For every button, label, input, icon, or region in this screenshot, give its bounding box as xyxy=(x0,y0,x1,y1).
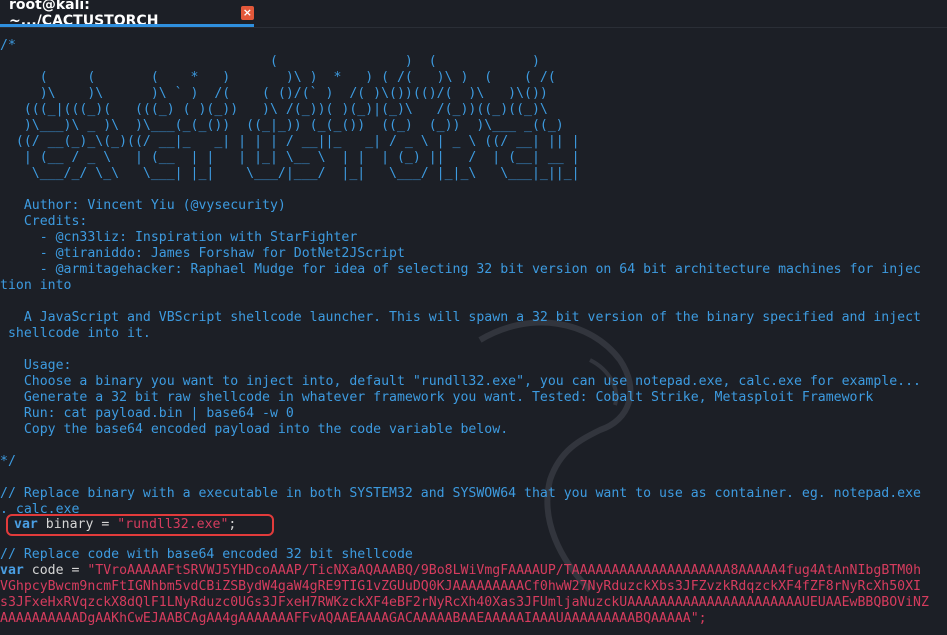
usage-line: Copy the base64 encoded payload into the… xyxy=(0,422,509,437)
usage-heading: Usage: xyxy=(0,358,72,373)
credit-line: tion into xyxy=(0,278,72,293)
ascii-art-line: ((/ __(_)_\(_)((/ __|_ _| | | | / __||_ … xyxy=(0,134,580,149)
usage-line: Choose a binary you want to inject into,… xyxy=(0,374,921,389)
credits-heading: Credits: xyxy=(0,214,88,229)
active-tab-indicator xyxy=(0,24,254,27)
ascii-art-line: )\ )\ )\ ` ) /( ( ()/(` ) /( )\())(()/( … xyxy=(0,86,548,101)
ascii-art-line: ( ( ( * ) )\ ) * ) ( /( )\ ) ( ( /( xyxy=(0,70,556,85)
comment-close: */ xyxy=(0,454,16,469)
code-value-line: VGhpcyBwcm9ncmFtIGNhbm5vdCBiZSBydW4gaW4g… xyxy=(0,579,921,594)
ascii-art-line: ( ) ( ) xyxy=(0,54,540,69)
code-declaration: var code = "TVroAAAAAFtSRVWJ5YHDcoAAAP/T… xyxy=(0,563,947,579)
usage-line: Run: cat payload.bin | base64 -w 0 xyxy=(0,406,294,421)
code-comment: // Replace code with base64 encoded 32 b… xyxy=(0,547,413,562)
credit-line: - @cn33liz: Inspiration with StarFighter xyxy=(0,230,358,245)
ascii-art-line: | (__ / _ \ | (__ | | | |_| \__ \ | | | … xyxy=(0,150,580,165)
ascii-art-line: )\___)\ _ )\ )\___(_(_()) ((_|_)) (_(_()… xyxy=(0,118,564,133)
code-value: "TVroAAAAAFtSRVWJ5YHDcoAAAP/TicNXaAQAAAB… xyxy=(87,563,922,578)
close-icon[interactable]: × xyxy=(240,5,254,20)
semicolon: ; xyxy=(228,517,237,532)
var-keyword: var xyxy=(0,563,24,578)
author-line: Author: Vincent Yiu (@vysecurity) xyxy=(0,198,286,213)
variable-name: binary = xyxy=(37,517,118,532)
ascii-art-line: (((_|(((_)( (((_) ( )(_)) )\ /(_))( )(_)… xyxy=(0,102,548,117)
binary-comment: // Replace binary with a executable in b… xyxy=(0,486,921,501)
description-line: A JavaScript and VBScript shellcode laun… xyxy=(0,310,921,325)
binary-value: "rundll32.exe" xyxy=(117,517,229,532)
binary-declaration: var binary = "rundll32.exe"; xyxy=(14,517,947,533)
credit-line: - @armitagehacker: Raphael Mudge for ide… xyxy=(0,262,921,277)
ascii-art-line: \___/_/ \_\ \___| |_| \___/|___/ |_| \__… xyxy=(0,166,580,181)
var-keyword: var xyxy=(14,517,38,532)
terminal-tab-bar: root@kali: ~.../CACTUSTORCH × xyxy=(0,0,947,29)
usage-line: Generate a 32 bit raw shellcode in whate… xyxy=(0,390,874,405)
terminal-tab[interactable]: root@kali: ~.../CACTUSTORCH × xyxy=(0,0,254,29)
code-value-line: s3JFxeHxRVqzckX8dQlF1LNyRduzc0UGs3JFxeH7… xyxy=(0,595,929,610)
credit-line: - @tiraniddo: James Forshaw for DotNet2J… xyxy=(0,246,405,261)
description-line: shellcode into it. xyxy=(0,326,151,341)
code-value-line: AAAAAAAAAADgAAKhCwEJAABCAgAA4gAAAAAAAFFv… xyxy=(0,611,707,626)
variable-name: code = xyxy=(23,563,88,578)
terminal-content: /* ( ) ( ) ( ( ( * ) )\ ) * ) ( /( )\ ) … xyxy=(0,28,947,635)
comment-open: /* xyxy=(0,38,16,53)
